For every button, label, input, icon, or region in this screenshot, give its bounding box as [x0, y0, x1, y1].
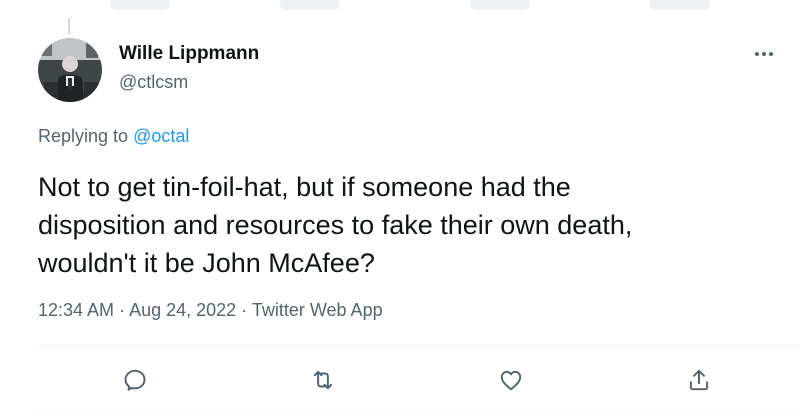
retweet-button[interactable]: [305, 362, 341, 398]
reply-target-link[interactable]: @octal: [133, 126, 189, 146]
meta-separator: ·: [236, 300, 252, 320]
divider: [38, 345, 800, 346]
previous-tweet-remnant: [0, 0, 800, 18]
ghost-bar: [470, 0, 530, 10]
tweet-date[interactable]: Aug 24, 2022: [129, 300, 236, 320]
ghost-bar: [650, 0, 710, 10]
tweet-detail: Wille Lippmann @ctlcsm Replying to @octa…: [0, 0, 800, 418]
meta-separator: ·: [114, 300, 130, 320]
dot: [755, 52, 759, 56]
ghost-bar: [110, 0, 170, 10]
reply-icon: [124, 369, 146, 391]
profile-photo-icon: [38, 38, 102, 102]
dot: [762, 52, 766, 56]
tweet-time[interactable]: 12:34 AM: [38, 300, 114, 320]
ghost-bar: [280, 0, 340, 10]
author-handle[interactable]: @ctlcsm: [119, 72, 188, 93]
replying-to: Replying to @octal: [38, 126, 189, 147]
replying-to-label: Replying to: [38, 126, 134, 146]
share-button[interactable]: [681, 362, 717, 398]
retweet-icon: [313, 370, 333, 390]
thread-connector: [68, 18, 70, 34]
dot: [769, 52, 773, 56]
action-bar: [0, 362, 800, 398]
like-button[interactable]: [493, 362, 529, 398]
divider: [38, 412, 800, 413]
avatar[interactable]: [38, 38, 102, 102]
more-options-icon[interactable]: [750, 44, 778, 64]
share-icon: [689, 369, 709, 391]
tweet-meta: 12:34 AM · Aug 24, 2022 · Twitter Web Ap…: [38, 300, 383, 321]
author-name[interactable]: Wille Lippmann: [119, 43, 259, 65]
heart-icon: [500, 370, 522, 391]
tweet-text: Not to get tin-foil-hat, but if someone …: [38, 172, 633, 278]
tweet-source: Twitter Web App: [251, 300, 383, 320]
reply-button[interactable]: [117, 362, 153, 398]
